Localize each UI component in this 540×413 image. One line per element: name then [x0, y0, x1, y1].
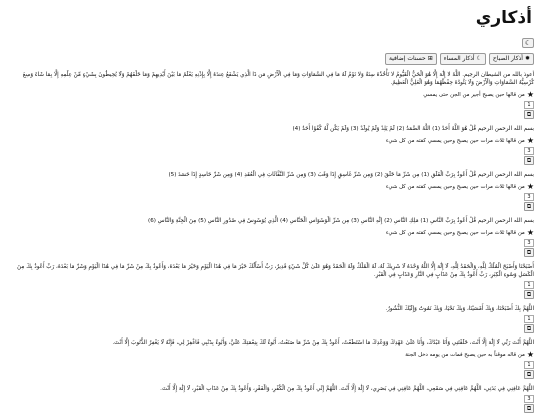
- virtue-text: من قالها حين يصبح أجير من الجن حتى يمسي: [423, 92, 525, 98]
- star-icon: ★: [526, 350, 534, 359]
- zikr-text: أَصْبَحْنَا وَأَصْبَحَ الْمُلْكُ لِلَّهِ…: [17, 264, 534, 278]
- zikr-text: بسم الله الرحمن الرحيم قُلْ أَعُوذُ بِرَ…: [168, 172, 534, 178]
- zikr-virtue: ★ من قالها ثلاث مرات حين يصبح وحين يمسي ك…: [6, 229, 534, 237]
- zikr-text: اللَّهُمَّ أَنْتَ رَبِّي لَا إِلَٰهَ إِل…: [112, 340, 534, 346]
- copy-icon: ⧉: [526, 111, 532, 118]
- copy-button[interactable]: ⧉: [524, 404, 534, 413]
- zikr-virtue: ★ من قالها ثلاث مرات حين يصبح وحين يمسي ك…: [6, 183, 534, 191]
- counter: 1 ⧉: [524, 315, 534, 333]
- copy-button[interactable]: ⧉: [524, 290, 534, 299]
- repeat-count[interactable]: 3: [524, 147, 534, 155]
- repeat-count[interactable]: 3: [524, 395, 534, 403]
- zikr-item: بسم الله الرحمن الرحيم قُلْ أَعُوذُ بِرَ…: [6, 217, 534, 257]
- zikr-item: بسم الله الرحمن الرحيم قُلْ هُوَ اللَّهُ…: [6, 125, 534, 165]
- star-icon: ★: [526, 136, 534, 145]
- zikr-item: أَصْبَحْنَا وَأَصْبَحَ الْمُلْكُ لِلَّهِ…: [6, 263, 534, 299]
- counter: 1 ⧉: [524, 361, 534, 379]
- copy-icon: ⧉: [526, 405, 532, 412]
- tab-evening[interactable]: ☾أذكار المساء: [439, 53, 486, 65]
- moon-icon: ☾: [476, 55, 482, 62]
- counter: 3 ⧉: [524, 395, 534, 413]
- star-icon: ★: [526, 182, 534, 191]
- counter: 1 ⧉: [524, 101, 534, 119]
- copy-button[interactable]: ⧉: [524, 156, 534, 165]
- zikr-virtue: ★ من قالها ثلاث مرات حين يصبح وحين يمسي ك…: [6, 137, 534, 145]
- dark-mode-toggle[interactable]: ☾: [522, 38, 534, 48]
- zikr-item: اللَّهُمَّ أَنْتَ رَبِّي لَا إِلَٰهَ إِل…: [6, 339, 534, 379]
- repeat-count[interactable]: 3: [524, 239, 534, 247]
- counter: 3 ⧉: [524, 147, 534, 165]
- tab-label: أذكار المساء: [443, 55, 475, 62]
- moon-icon: ☾: [524, 39, 532, 47]
- zikr-text: اللَّهُمَّ عَافِنِي فِي بَدَنِي، اللَّهُ…: [160, 386, 534, 392]
- repeat-count[interactable]: 1: [524, 281, 534, 289]
- zikr-item: اللَّهُمَّ عَافِنِي فِي بَدَنِي، اللَّهُ…: [6, 385, 534, 413]
- zikr-text: اللَّهُمَّ بِكَ أَصْبَحْنَا، وَبِكَ أَمْ…: [385, 306, 534, 312]
- copy-icon: ⧉: [526, 291, 532, 298]
- copy-icon: ⧉: [526, 371, 532, 378]
- category-tabs: ✹أذكار الصباح ☾أذكار المساء ⊞حسنات إضافي…: [6, 53, 534, 65]
- counter: 3 ⧉: [524, 239, 534, 257]
- virtue-text: من قالها ثلاث مرات حين يصبح وحين يمسي كف…: [385, 230, 525, 236]
- virtue-text: من قالها ثلاث مرات حين يصبح وحين يمسي كف…: [385, 184, 525, 190]
- copy-icon: ⧉: [526, 203, 532, 210]
- star-icon: ★: [526, 228, 534, 237]
- zikr-text: بسم الله الرحمن الرحيم قُلْ أَعُوذُ بِرَ…: [148, 218, 534, 224]
- zikr-text: بسم الله الرحمن الرحيم قُلْ هُوَ اللَّهُ…: [292, 126, 534, 132]
- plus-icon: ⊞: [427, 55, 433, 62]
- star-icon: ★: [526, 90, 534, 99]
- zikr-text: أعوذ بالله من الشيطان الرجيم. اللَّهُ لا…: [22, 72, 534, 86]
- tab-label: أذكار الصباح: [492, 55, 523, 62]
- repeat-count[interactable]: 3: [524, 193, 534, 201]
- page-title: أذكاري: [475, 8, 532, 28]
- zikr-item: بسم الله الرحمن الرحيم قُلْ أَعُوذُ بِرَ…: [6, 171, 534, 211]
- copy-button[interactable]: ⧉: [524, 324, 534, 333]
- counter: 1 ⧉: [524, 281, 534, 299]
- copy-button[interactable]: ⧉: [524, 248, 534, 257]
- zikr-item: أعوذ بالله من الشيطان الرجيم. اللَّهُ لا…: [6, 71, 534, 119]
- tab-extra[interactable]: ⊞حسنات إضافية: [384, 53, 437, 65]
- copy-button[interactable]: ⧉: [524, 370, 534, 379]
- zikr-virtue: ★ من قاله موقناً به حين يصبح فمات من يومه…: [6, 351, 534, 359]
- zikr-item: اللَّهُمَّ بِكَ أَصْبَحْنَا، وَبِكَ أَمْ…: [6, 305, 534, 333]
- tab-label: حسنات إضافية: [388, 55, 426, 62]
- virtue-text: من قالها ثلاث مرات حين يصبح وحين يمسي كف…: [385, 138, 525, 144]
- virtue-text: من قاله موقناً به حين يصبح فمات من يومه …: [405, 352, 525, 358]
- repeat-count[interactable]: 1: [524, 361, 534, 369]
- counter: 3 ⧉: [524, 193, 534, 211]
- copy-button[interactable]: ⧉: [524, 110, 534, 119]
- copy-button[interactable]: ⧉: [524, 202, 534, 211]
- copy-icon: ⧉: [526, 249, 532, 256]
- copy-icon: ⧉: [526, 157, 532, 164]
- page: أذكاري ☾ ✹أذكار الصباح ☾أذكار المساء ⊞حس…: [0, 8, 540, 413]
- repeat-count[interactable]: 1: [524, 101, 534, 109]
- tab-morning[interactable]: ✹أذكار الصباح: [488, 53, 534, 65]
- copy-icon: ⧉: [526, 325, 532, 332]
- zikr-virtue: ★ من قالها حين يصبح أجير من الجن حتى يمسي: [6, 91, 534, 99]
- repeat-count[interactable]: 1: [524, 315, 534, 323]
- adhkar-list: أعوذ بالله من الشيطان الرجيم. اللَّهُ لا…: [6, 71, 534, 413]
- sun-icon: ✹: [524, 55, 530, 62]
